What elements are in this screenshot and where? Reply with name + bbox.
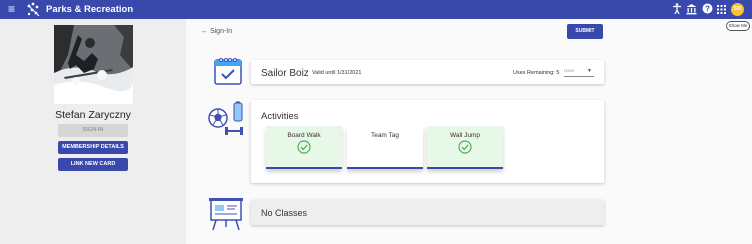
- svg-text:?: ?: [705, 4, 710, 13]
- activity-label: Team Tag: [370, 132, 400, 139]
- submit-button[interactable]: SUBMIT: [567, 24, 603, 39]
- uses-remaining-label: Uses Remaining: 5: [513, 70, 560, 76]
- sports-equipment-icon: [208, 101, 243, 135]
- apps-grid-icon[interactable]: [717, 5, 726, 14]
- uses-select[interactable]: Uses ▼: [564, 68, 594, 77]
- check-circle-icon: [458, 140, 472, 154]
- parks-logo-icon: [27, 2, 40, 17]
- activity-tile-board-walk[interactable]: Board Walk: [266, 126, 342, 169]
- no-classes-label: No Classes: [261, 208, 308, 218]
- membership-valid-until: Valid until 1/31/2021: [312, 70, 362, 76]
- activity-label: Wall Jump: [449, 132, 481, 139]
- help-icon[interactable]: ?: [702, 3, 713, 14]
- member-photo: [54, 25, 133, 104]
- classroom-board-icon: [209, 198, 243, 231]
- classes-card: No Classes: [251, 200, 604, 225]
- back-to-sign-in-link[interactable]: ← Sign-In: [201, 28, 232, 35]
- sign-in-button: SIGN-IN: [58, 124, 128, 137]
- link-new-card-button[interactable]: LINK NEW CARD: [58, 158, 128, 171]
- avatar-tooltip: Show Me: [726, 21, 750, 31]
- activities-card: Activities Board Walk Team Tag Wall Jump: [251, 100, 604, 183]
- accessibility-icon[interactable]: [672, 3, 682, 15]
- app-title: Parks & Recreation: [46, 4, 134, 15]
- app-bar: ≡ Parks & Recreation ? SW: [0, 0, 752, 19]
- uses-select-placeholder: Uses: [564, 68, 575, 73]
- menu-icon[interactable]: ≡: [8, 3, 15, 16]
- member-name: Stefan Zaryczny: [55, 109, 131, 121]
- bank-icon[interactable]: [686, 3, 697, 15]
- activities-title: Activities: [261, 111, 299, 122]
- calendar-check-icon: [214, 58, 242, 85]
- membership-name: Sailor Boiz: [261, 68, 309, 79]
- check-circle-icon: [297, 140, 311, 154]
- dropdown-caret-icon: ▼: [587, 68, 592, 74]
- activity-tile-wall-jump[interactable]: Wall Jump: [427, 126, 503, 169]
- activity-label: Board Walk: [287, 132, 321, 139]
- back-arrow-icon: ←: [201, 28, 208, 35]
- membership-details-button[interactable]: MEMBERSHIP DETAILS: [58, 141, 128, 154]
- member-sidebar: Stefan Zaryczny SIGN-IN MEMBERSHIP DETAI…: [0, 19, 186, 244]
- activity-tile-team-tag[interactable]: Team Tag: [347, 126, 423, 169]
- back-link-label: Sign-In: [209, 28, 233, 35]
- membership-card: Sailor Boiz Valid until 1/31/2021 Uses R…: [251, 60, 604, 84]
- user-avatar[interactable]: SW: [731, 3, 744, 16]
